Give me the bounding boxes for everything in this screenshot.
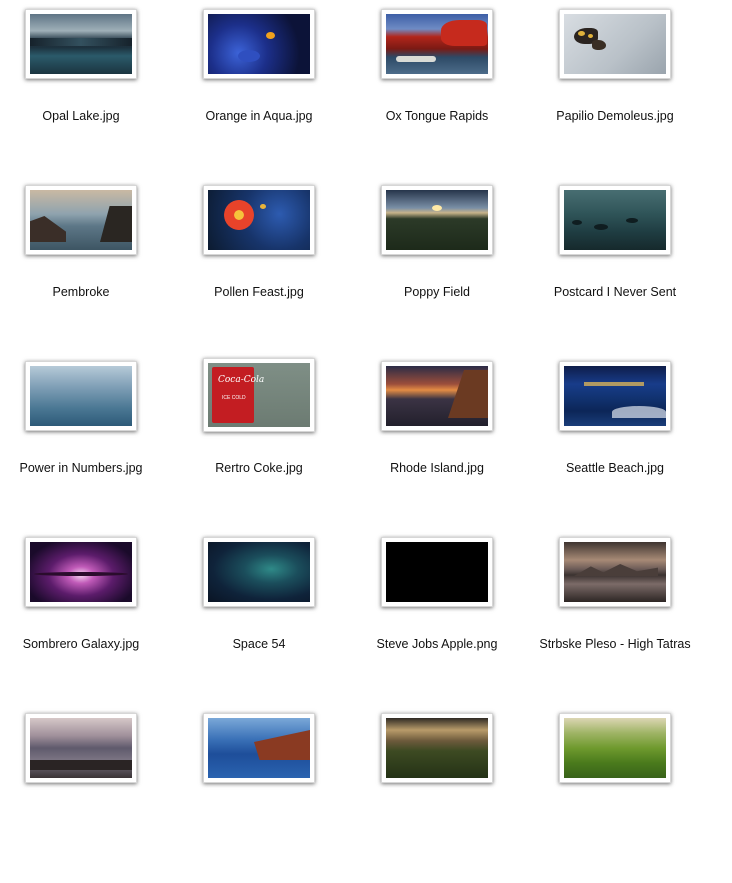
file-name: Poppy Field bbox=[403, 285, 470, 299]
file-item-shipwreck[interactable] bbox=[170, 707, 348, 883]
file-name: Space 54 bbox=[232, 637, 286, 651]
file-name: Seattle Beach.jpg bbox=[566, 461, 664, 475]
file-item-rhode-island[interactable]: Rhode Island.jpg bbox=[348, 355, 526, 531]
file-name: Pembroke bbox=[52, 285, 110, 299]
pembroke-thumbnail bbox=[30, 190, 132, 250]
thumbnail-frame[interactable] bbox=[25, 361, 137, 431]
retro-coke-thumbnail: Coca-Cola ICE COLD bbox=[208, 363, 310, 427]
file-item-strbske-pleso[interactable]: Strbske Pleso - High Tatras bbox=[526, 531, 704, 707]
thumbnail-frame[interactable] bbox=[559, 537, 671, 607]
shipwreck-thumbnail bbox=[208, 718, 310, 778]
file-item-space-54[interactable]: Space 54 bbox=[170, 531, 348, 707]
thumbnail-frame[interactable] bbox=[203, 713, 315, 783]
opal-lake-thumbnail bbox=[30, 14, 132, 74]
strbske-pleso-thumbnail bbox=[564, 542, 666, 602]
thumbnail-frame[interactable] bbox=[25, 185, 137, 255]
file-name: Sombrero Galaxy.jpg bbox=[22, 637, 140, 651]
seattle-beach-thumbnail bbox=[564, 366, 666, 426]
steve-jobs-apple-thumbnail bbox=[386, 542, 488, 602]
thumbnail-frame[interactable] bbox=[381, 713, 493, 783]
file-name: Rertro Coke.jpg bbox=[215, 461, 303, 475]
thumbnail-frame[interactable] bbox=[25, 537, 137, 607]
thumbnail-frame[interactable] bbox=[203, 537, 315, 607]
file-item-pollen-feast[interactable]: Pollen Feast.jpg bbox=[170, 179, 348, 355]
file-name: Ox Tongue Rapids bbox=[385, 109, 489, 123]
file-item-retro-coke[interactable]: Coca-Cola ICE COLD Rertro Coke.jpg bbox=[170, 355, 348, 531]
file-name: Papilio Demoleus.jpg bbox=[556, 109, 674, 123]
thumbnail-frame[interactable]: Coca-Cola ICE COLD bbox=[203, 358, 315, 432]
file-name: Pollen Feast.jpg bbox=[214, 285, 304, 299]
file-name: Steve Jobs Apple.png bbox=[376, 637, 498, 651]
file-item-orange-in-aqua[interactable]: Orange in Aqua.jpg bbox=[170, 3, 348, 179]
file-item-misty-lake[interactable] bbox=[0, 707, 170, 883]
file-item-pembroke[interactable]: Pembroke bbox=[0, 179, 170, 355]
thumbnail-frame[interactable] bbox=[559, 361, 671, 431]
power-in-numbers-thumbnail bbox=[30, 366, 132, 426]
tea-plantation-thumbnail bbox=[564, 718, 666, 778]
thumbnail-frame[interactable] bbox=[559, 713, 671, 783]
file-name: Orange in Aqua.jpg bbox=[205, 109, 313, 123]
file-item-sombrero-galaxy[interactable]: Sombrero Galaxy.jpg bbox=[0, 531, 170, 707]
file-icon-grid: Opal Lake.jpg Orange in Aqua.jpg Ox Tong… bbox=[0, 0, 732, 792]
thumbnail-frame[interactable] bbox=[381, 537, 493, 607]
file-name: Strbske Pleso - High Tatras bbox=[539, 637, 691, 651]
file-name: Rhode Island.jpg bbox=[390, 461, 484, 475]
thumbnail-frame[interactable] bbox=[381, 9, 493, 79]
rhode-island-thumbnail bbox=[386, 366, 488, 426]
file-name: Postcard I Never Sent bbox=[553, 285, 677, 299]
cloudy-hills-thumbnail bbox=[386, 718, 488, 778]
thumbnail-frame[interactable] bbox=[559, 185, 671, 255]
file-item-seattle-beach[interactable]: Seattle Beach.jpg bbox=[526, 355, 704, 531]
file-name: Opal Lake.jpg bbox=[42, 109, 120, 123]
file-item-opal-lake[interactable]: Opal Lake.jpg bbox=[0, 3, 170, 179]
file-item-cloudy-hills[interactable] bbox=[348, 707, 526, 883]
file-item-tea-plantation[interactable] bbox=[526, 707, 704, 883]
thumbnail-frame[interactable] bbox=[381, 185, 493, 255]
file-name: Power in Numbers.jpg bbox=[19, 461, 143, 475]
misty-lake-thumbnail bbox=[30, 718, 132, 778]
pollen-feast-thumbnail bbox=[208, 190, 310, 250]
file-item-steve-jobs-apple[interactable]: Steve Jobs Apple.png bbox=[348, 531, 526, 707]
papilio-demoleus-thumbnail bbox=[564, 14, 666, 74]
thumbnail-frame[interactable] bbox=[559, 9, 671, 79]
file-item-papilio-demoleus[interactable]: Papilio Demoleus.jpg bbox=[526, 3, 704, 179]
thumbnail-frame[interactable] bbox=[203, 9, 315, 79]
sombrero-galaxy-thumbnail bbox=[30, 542, 132, 602]
thumbnail-frame[interactable] bbox=[25, 713, 137, 783]
thumbnail-frame[interactable] bbox=[381, 361, 493, 431]
thumbnail-frame[interactable] bbox=[25, 9, 137, 79]
file-item-power-in-numbers[interactable]: Power in Numbers.jpg bbox=[0, 355, 170, 531]
postcard-thumbnail bbox=[564, 190, 666, 250]
file-item-poppy-field[interactable]: Poppy Field bbox=[348, 179, 526, 355]
thumbnail-frame[interactable] bbox=[203, 185, 315, 255]
file-item-postcard[interactable]: Postcard I Never Sent bbox=[526, 179, 704, 355]
poppy-field-thumbnail bbox=[386, 190, 488, 250]
ox-tongue-rapids-thumbnail bbox=[386, 14, 488, 74]
file-item-ox-tongue-rapids[interactable]: Ox Tongue Rapids bbox=[348, 3, 526, 179]
space-54-thumbnail bbox=[208, 542, 310, 602]
orange-in-aqua-thumbnail bbox=[208, 14, 310, 74]
